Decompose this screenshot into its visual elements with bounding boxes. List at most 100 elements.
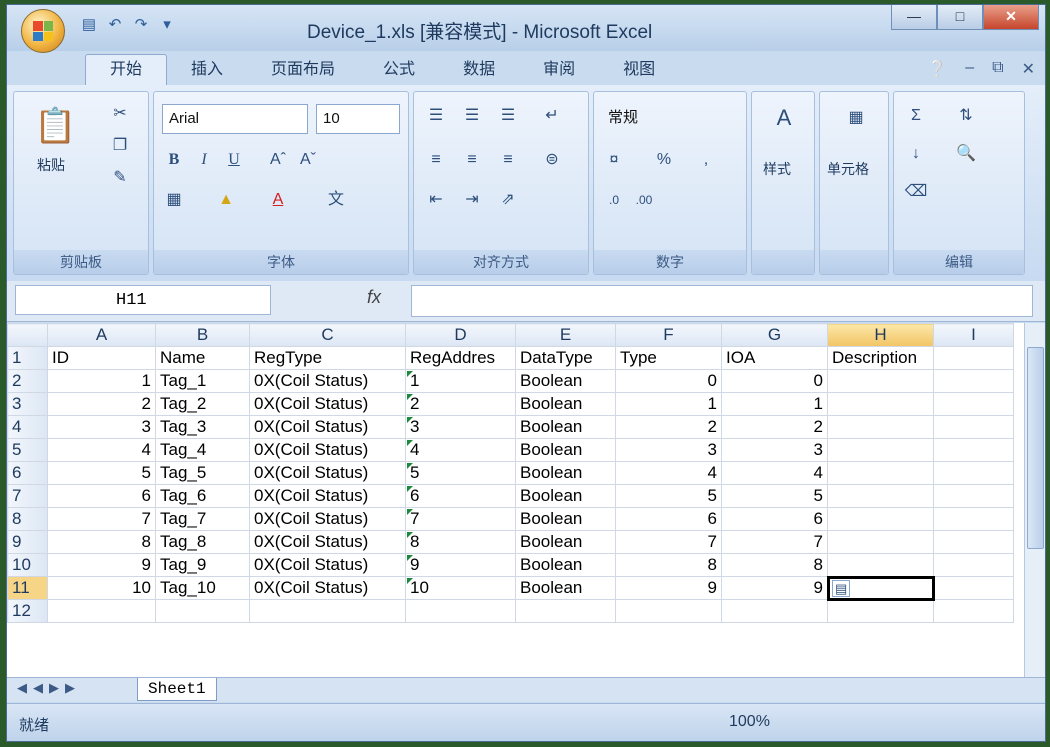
undo-icon[interactable]: ↶ xyxy=(105,15,125,35)
cell[interactable]: 3 xyxy=(615,438,722,462)
cell[interactable]: 0X(Coil Status) xyxy=(249,576,406,600)
column-header[interactable]: D xyxy=(405,323,516,347)
cell[interactable] xyxy=(827,484,934,508)
cell[interactable] xyxy=(827,369,934,393)
worksheet-grid[interactable]: A B C D E F G H I 1 ID Name RegType RegAddres DataType… xyxy=(7,323,1025,677)
cell[interactable]: 3 xyxy=(47,415,156,439)
vertical-scrollbar[interactable] xyxy=(1024,323,1045,677)
cell[interactable] xyxy=(827,553,934,577)
cell[interactable]: Boolean xyxy=(515,484,616,508)
decrease-decimal-icon[interactable]: .00 xyxy=(632,188,656,212)
cell[interactable]: Tag_8 xyxy=(155,530,250,554)
sheet-nav-icons[interactable]: ◀◀▶▶ xyxy=(17,680,81,696)
cell[interactable]: Tag_10 xyxy=(155,576,250,600)
copy-icon[interactable]: ❐ xyxy=(108,134,132,158)
cell[interactable]: 8 xyxy=(47,530,156,554)
cell[interactable]: Tag_3 xyxy=(155,415,250,439)
column-header[interactable]: F xyxy=(615,323,722,347)
cell[interactable] xyxy=(933,553,1014,577)
increase-indent-icon[interactable]: ⇥ xyxy=(460,188,484,212)
row-header[interactable]: 9 xyxy=(7,530,48,554)
cell[interactable]: 0X(Coil Status) xyxy=(249,392,406,416)
cell[interactable]: 6 xyxy=(721,507,828,531)
office-button[interactable] xyxy=(21,9,65,53)
align-right-icon[interactable]: ≡ xyxy=(496,148,520,172)
column-header[interactable]: H xyxy=(827,323,934,347)
cell[interactable]: 7 xyxy=(47,507,156,531)
cell[interactable]: 3 xyxy=(405,415,516,439)
cell[interactable]: 2 xyxy=(615,415,722,439)
cell[interactable] xyxy=(933,484,1014,508)
cell[interactable]: Type xyxy=(615,346,722,370)
cell[interactable]: 8 xyxy=(721,553,828,577)
cell[interactable] xyxy=(827,415,934,439)
cell[interactable]: 0X(Coil Status) xyxy=(249,530,406,554)
wrap-text-icon[interactable]: ↵ xyxy=(540,104,564,128)
row-header[interactable]: 7 xyxy=(7,484,48,508)
cell[interactable]: 1 xyxy=(47,369,156,393)
fill-color-icon[interactable]: ▲ xyxy=(214,188,238,212)
paste-options-icon[interactable]: ▤ xyxy=(832,580,851,597)
bold-icon[interactable]: B xyxy=(162,148,186,172)
cell[interactable]: 0 xyxy=(721,369,828,393)
cell[interactable] xyxy=(827,507,934,531)
row-header[interactable]: 8 xyxy=(7,507,48,531)
styles-button[interactable]: 样式 xyxy=(762,158,792,180)
cell[interactable]: Tag_6 xyxy=(155,484,250,508)
cell[interactable]: 5 xyxy=(47,461,156,485)
cell[interactable]: ID xyxy=(47,346,156,370)
cell[interactable] xyxy=(933,461,1014,485)
row-header[interactable]: 4 xyxy=(7,415,48,439)
cell[interactable]: 7 xyxy=(721,530,828,554)
font-size-field[interactable]: 10 xyxy=(316,104,400,134)
ribbon-close-icon[interactable]: ✕ xyxy=(1022,59,1035,79)
comma-icon[interactable]: , xyxy=(694,148,718,172)
align-top-icon[interactable]: ☰ xyxy=(424,104,448,128)
cell[interactable]: Name xyxy=(155,346,250,370)
cell[interactable]: 4 xyxy=(721,461,828,485)
cell[interactable] xyxy=(933,346,1014,370)
cell[interactable]: 2 xyxy=(47,392,156,416)
cells-button[interactable]: 单元格 xyxy=(826,158,870,180)
find-select-icon[interactable]: 🔍 xyxy=(954,142,978,166)
cell[interactable]: Boolean xyxy=(515,438,616,462)
cell[interactable]: 2 xyxy=(721,415,828,439)
cell[interactable]: Boolean xyxy=(515,369,616,393)
cell[interactable]: DataType xyxy=(515,346,616,370)
cell[interactable]: Tag_7 xyxy=(155,507,250,531)
cell[interactable] xyxy=(827,461,934,485)
row-header[interactable]: 10 xyxy=(7,553,48,577)
borders-icon[interactable]: ▦ xyxy=(162,188,186,212)
ribbon-minimize-icon[interactable]: – xyxy=(965,59,974,79)
underline-icon[interactable]: U xyxy=(222,148,246,172)
cell[interactable] xyxy=(933,576,1014,600)
scrollbar-thumb[interactable] xyxy=(1027,347,1044,549)
cell[interactable] xyxy=(721,599,828,623)
styles-icon[interactable]: A xyxy=(770,106,798,136)
cell[interactable]: 4 xyxy=(405,438,516,462)
align-bottom-icon[interactable]: ☰ xyxy=(496,104,520,128)
column-header[interactable]: E xyxy=(515,323,616,347)
cell[interactable]: 5 xyxy=(405,461,516,485)
row-header[interactable]: 5 xyxy=(7,438,48,462)
sort-filter-icon[interactable]: ⇅ xyxy=(954,104,978,128)
select-all-corner[interactable] xyxy=(7,323,48,347)
row-header[interactable]: 3 xyxy=(7,392,48,416)
cell[interactable] xyxy=(515,599,616,623)
ribbon-restore-icon[interactable]: ⧉ xyxy=(992,59,1003,79)
cell[interactable]: 0X(Coil Status) xyxy=(249,507,406,531)
cell[interactable]: 7 xyxy=(615,530,722,554)
cell[interactable]: 3 xyxy=(721,438,828,462)
tab-formulas[interactable]: 公式 xyxy=(359,55,439,85)
sheet-tab-sheet1[interactable]: Sheet1 xyxy=(137,678,217,701)
cell[interactable] xyxy=(933,530,1014,554)
cell[interactable]: 1 xyxy=(405,369,516,393)
insert-function-icon[interactable]: fx xyxy=(367,287,381,308)
tab-insert[interactable]: 插入 xyxy=(167,55,247,85)
shrink-font-icon[interactable]: Aˇ xyxy=(296,148,320,172)
cell[interactable]: 5 xyxy=(615,484,722,508)
italic-icon[interactable]: I xyxy=(192,148,216,172)
close-button[interactable]: ✕ xyxy=(983,5,1039,30)
cell[interactable]: 0X(Coil Status) xyxy=(249,369,406,393)
formula-input[interactable] xyxy=(411,285,1033,317)
